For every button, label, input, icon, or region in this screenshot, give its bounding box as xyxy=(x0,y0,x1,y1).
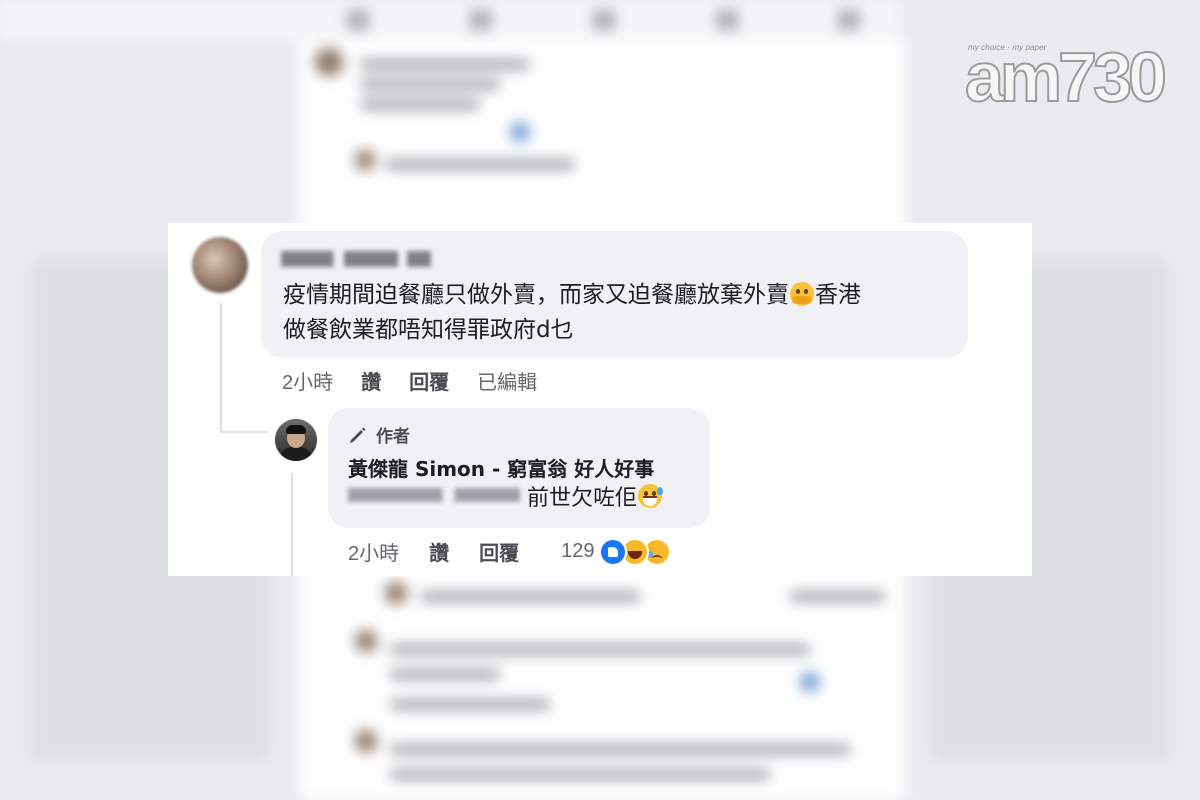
background-text-line xyxy=(390,670,500,679)
background-reaction-dot xyxy=(510,122,530,142)
background-text-line xyxy=(385,160,575,169)
author-avatar[interactable] xyxy=(275,419,317,461)
logo-tagline: my choice · my paper xyxy=(968,43,1047,52)
logo-wordmark: am730 xyxy=(964,38,1168,116)
reaction-summary[interactable] xyxy=(598,537,671,566)
background-nav-icon xyxy=(347,10,369,30)
background-avatar xyxy=(355,630,377,652)
background-text-line xyxy=(360,60,530,69)
background-avatar xyxy=(315,48,343,76)
reaction-count[interactable]: 129 xyxy=(561,540,594,563)
reply-actions: 2小時 讚 回覆 129 xyxy=(348,537,671,566)
background-nav-icon xyxy=(716,10,738,30)
comment-text-line: 疫情期間迫餐廳只做外賣，而家又迫餐廳放棄外賣 香港 xyxy=(283,278,963,313)
background-nav-icon xyxy=(593,10,615,30)
background-text-line xyxy=(360,100,480,109)
mentioned-user-blurred[interactable] xyxy=(348,488,520,502)
like-reaction-icon xyxy=(598,537,627,566)
reply-reply-button[interactable]: 回覆 xyxy=(479,537,519,566)
reply-timestamp[interactable]: 2小時 xyxy=(348,537,399,566)
author-badge-label: 作者 xyxy=(376,427,410,446)
background-text-line xyxy=(360,80,500,89)
reply-bubble: 作者 黃傑龍 Simon - 窮富翁 好人好事 前世欠咗佢 xyxy=(328,408,710,528)
background-text-line xyxy=(390,645,810,654)
commenter-name-blurred[interactable] xyxy=(281,251,431,267)
like-button[interactable]: 讚 xyxy=(361,366,381,395)
author-badge: 作者 xyxy=(348,422,410,447)
background-reaction-dot xyxy=(800,672,820,692)
comment-timestamp[interactable]: 2小時 xyxy=(282,366,333,395)
thread-connector-line xyxy=(220,431,268,433)
comment-text: 疫情期間迫餐廳只做外賣，而家又迫餐廳放棄外賣 香港 做餐飲業都唔知得罪政府d乜 xyxy=(283,278,963,348)
grinning-sweat-emoji xyxy=(638,484,664,508)
face-with-hand-over-mouth-emoji xyxy=(790,282,814,306)
background-nav-icon xyxy=(470,10,492,30)
comment-text-part: 疫情期間迫餐廳只做外賣，而家又迫餐廳放棄外賣 xyxy=(283,282,789,308)
comment-text-part: 香港 xyxy=(815,282,861,308)
comment-actions: 2小時 讚 回覆 已編輯 xyxy=(282,366,565,395)
thread-connector-line xyxy=(291,473,293,576)
background-nav-icon xyxy=(838,10,860,30)
edited-label[interactable]: 已編輯 xyxy=(477,366,537,395)
background-text-line xyxy=(390,700,550,709)
comment-text-line: 做餐飲業都唔知得罪政府d乜 xyxy=(283,317,574,343)
background-text-line xyxy=(790,592,885,601)
comment-bubble: 疫情期間迫餐廳只做外賣，而家又迫餐廳放棄外賣 香港 做餐飲業都唔知得罪政府d乜 xyxy=(261,231,968,358)
thread-connector-line xyxy=(220,303,222,433)
reply-author-name[interactable]: 黃傑龍 Simon - 窮富翁 好人好事 xyxy=(348,453,654,482)
reply-like-button[interactable]: 讚 xyxy=(429,537,449,566)
reply-text-content: 前世欠咗佢 xyxy=(527,486,638,511)
reply-text: 前世欠咗佢 xyxy=(527,480,664,512)
am730-logo: am730 my choice · my paper xyxy=(964,38,1168,113)
background-avatar xyxy=(385,582,407,604)
reply-button[interactable]: 回覆 xyxy=(409,366,449,395)
background-avatar xyxy=(355,730,377,752)
commenter-avatar-blurred[interactable] xyxy=(192,237,248,293)
pencil-icon xyxy=(350,427,366,443)
comment-thread-panel: 疫情期間迫餐廳只做外賣，而家又迫餐廳放棄外賣 香港 做餐飲業都唔知得罪政府d乜 2… xyxy=(168,223,1032,576)
background-top-bar xyxy=(0,0,900,40)
background-text-line xyxy=(390,745,850,754)
background-text-line xyxy=(390,770,770,779)
background-text-line xyxy=(420,592,640,601)
background-avatar xyxy=(355,150,375,170)
